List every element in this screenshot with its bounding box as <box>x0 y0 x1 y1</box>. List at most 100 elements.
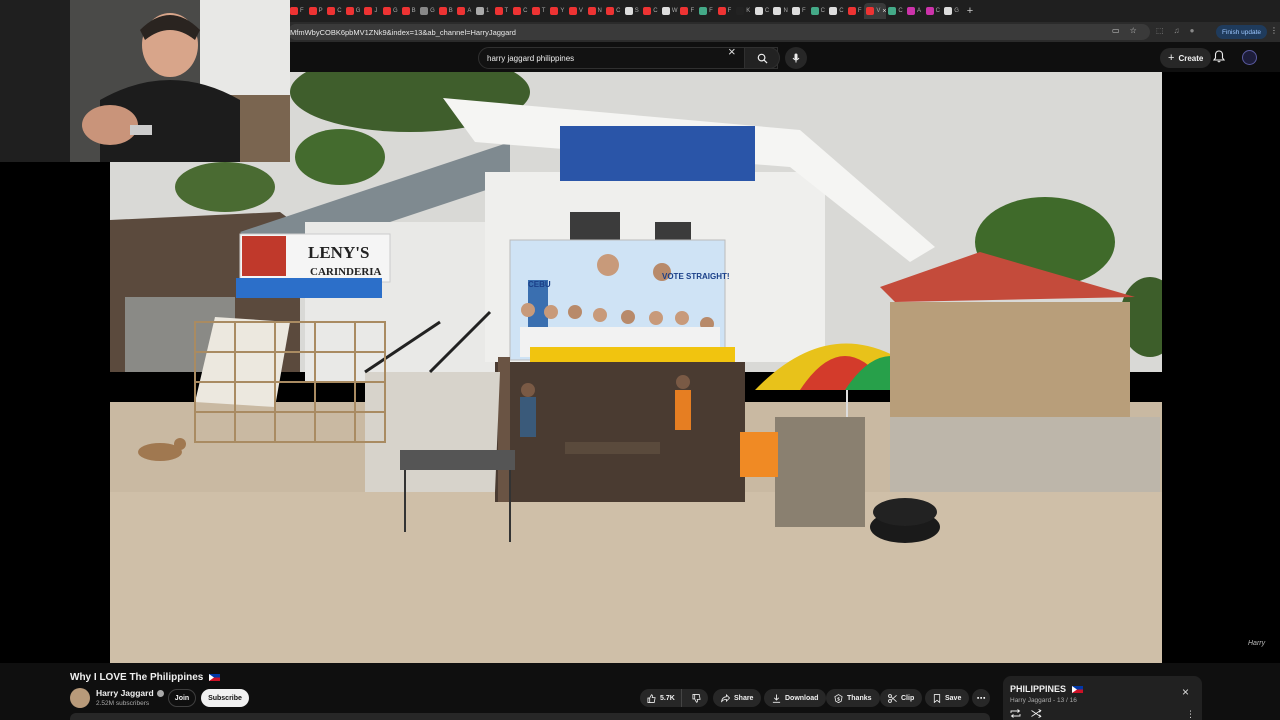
tab-favicon-icon <box>847 7 856 15</box>
subscribe-button[interactable]: Subscribe <box>201 689 249 707</box>
browser-tab[interactable]: F <box>288 3 307 19</box>
browser-tab[interactable]: F <box>716 3 735 19</box>
banner-slogan-text: VOTE STRAIGHT! <box>662 272 730 281</box>
bookmark-icon <box>933 693 941 703</box>
browser-tab[interactable]: F <box>846 3 865 19</box>
verified-check-icon <box>156 690 164 698</box>
scissors-icon <box>888 693 897 703</box>
browser-tab[interactable]: K <box>734 3 753 19</box>
tab-label: W <box>671 8 678 14</box>
channel-watermark[interactable]: Harry <box>1248 640 1265 647</box>
tab-favicon-icon <box>736 7 745 15</box>
bookmark-star-icon[interactable]: ☆ <box>1130 26 1137 35</box>
philippines-flag-icon <box>209 673 221 681</box>
clear-search-icon[interactable]: × <box>728 45 736 59</box>
browser-tab[interactable]: C <box>753 3 772 19</box>
browser-tab[interactable]: N <box>586 3 605 19</box>
tab-favicon-icon <box>475 7 484 15</box>
more-actions-button[interactable]: ⋯ <box>972 689 990 707</box>
voice-search-button[interactable] <box>785 47 807 69</box>
browser-tab[interactable]: W <box>660 3 679 19</box>
tab-favicon-icon <box>717 7 726 15</box>
save-button[interactable]: Save <box>925 689 970 707</box>
browser-tab-active[interactable]: V × <box>864 3 887 19</box>
description-box[interactable] <box>70 713 990 720</box>
extensions-icon[interactable]: ⬚ <box>1156 26 1164 35</box>
profile-icon[interactable]: ● <box>1190 26 1195 35</box>
tab-favicon-icon <box>661 7 670 15</box>
loop-icon[interactable] <box>1010 709 1021 718</box>
browser-tab[interactable]: C <box>604 3 623 19</box>
browser-tab[interactable]: A <box>905 3 924 19</box>
browser-tab[interactable]: C <box>827 3 846 19</box>
browser-tab[interactable]: A <box>455 3 474 19</box>
install-app-icon[interactable]: ▭ <box>1112 26 1120 35</box>
browser-tab[interactable]: Y <box>548 3 567 19</box>
playlist-title[interactable]: PHILIPPINES <box>1010 684 1083 694</box>
browser-tab[interactable]: 1 <box>474 3 493 19</box>
new-tab-button[interactable]: + <box>967 5 973 17</box>
shuffle-icon[interactable] <box>1031 709 1042 718</box>
thanks-icon: $ <box>834 693 843 703</box>
share-button[interactable]: Share <box>713 689 762 707</box>
finish-update-button[interactable]: Finish update <box>1216 25 1268 39</box>
video-title-text: Why I LOVE The Philippines <box>70 672 204 683</box>
browser-tab[interactable]: T <box>493 3 512 19</box>
tab-label: C <box>616 8 621 14</box>
tab-favicon-icon <box>680 7 689 15</box>
thanks-button[interactable]: $ Thanks <box>826 689 880 707</box>
thumbs-down-icon <box>692 693 701 703</box>
browser-tab[interactable]: C <box>886 3 905 19</box>
browser-tab[interactable]: F <box>697 3 716 19</box>
browser-tab[interactable]: B <box>400 3 419 19</box>
join-button[interactable]: Join <box>168 689 196 707</box>
account-avatar[interactable] <box>1242 50 1257 65</box>
create-button[interactable]: + Create <box>1160 48 1212 68</box>
media-icon[interactable]: ♫ <box>1174 26 1180 35</box>
address-bar[interactable]: MfmWbyCOBK6pbMV1ZNk9&index=13&ab_channel… <box>288 24 1150 40</box>
tab-favicon-icon <box>792 7 801 15</box>
thumbs-up-icon <box>647 693 656 703</box>
search-button[interactable] <box>744 47 780 69</box>
browser-tab[interactable]: F <box>678 3 697 19</box>
browser-tab[interactable]: G <box>381 3 400 19</box>
browser-tab[interactable]: T <box>530 3 549 19</box>
browser-tab[interactable]: G <box>344 3 363 19</box>
browser-tab[interactable]: C <box>809 3 828 19</box>
tab-label: G <box>355 8 361 14</box>
browser-tab[interactable]: C <box>325 3 344 19</box>
dislike-button[interactable] <box>686 689 707 707</box>
tab-label: T <box>504 8 509 14</box>
search-query: harry jaggard philippines <box>487 53 575 63</box>
playlist-more-icon[interactable]: ⋮ <box>1186 709 1195 720</box>
browser-menu-icon[interactable]: ⋮ <box>1270 26 1278 35</box>
browser-tab[interactable]: G <box>942 3 961 19</box>
channel-name[interactable]: Harry Jaggard <box>96 688 164 698</box>
channel-avatar[interactable] <box>70 688 90 708</box>
browser-tab[interactable]: V <box>567 3 586 19</box>
clip-button[interactable]: Clip <box>880 689 923 707</box>
close-playlist-icon[interactable]: × <box>1182 686 1189 698</box>
microphone-icon <box>792 53 800 63</box>
tab-label: A <box>467 8 472 14</box>
tab-favicon-icon <box>624 7 633 15</box>
like-button[interactable]: 5.7K <box>640 689 682 707</box>
browser-tab[interactable]: C <box>641 3 660 19</box>
browser-tab[interactable]: C <box>924 3 943 19</box>
browser-tab[interactable]: P <box>307 3 326 19</box>
browser-tab[interactable]: G <box>418 3 437 19</box>
browser-tab[interactable]: C <box>511 3 530 19</box>
browser-tab[interactable]: B <box>437 3 456 19</box>
webcam-image <box>0 0 290 162</box>
plus-icon: + <box>1168 52 1175 64</box>
browser-tab[interactable]: J <box>362 3 381 19</box>
tab-label: F <box>857 8 862 14</box>
tab-favicon-icon <box>494 7 503 15</box>
notifications-bell-icon[interactable] <box>1212 50 1226 68</box>
download-button[interactable]: Download <box>764 689 827 707</box>
tab-label: F <box>300 8 304 14</box>
tab-favicon-icon <box>401 7 410 15</box>
browser-tab[interactable]: S <box>623 3 642 19</box>
browser-tab[interactable]: N <box>771 3 790 19</box>
browser-tab[interactable]: F <box>790 3 809 19</box>
